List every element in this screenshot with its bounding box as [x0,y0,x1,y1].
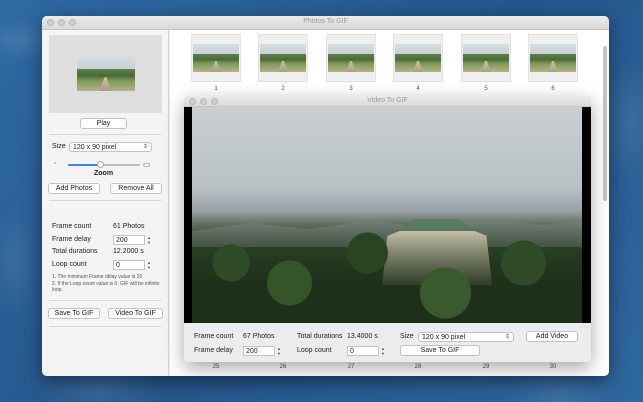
stepper-icon[interactable]: ▲ ▼ [276,346,282,356]
video-titlebar: Video To GIF [184,96,591,107]
thumbnail-image [395,44,441,72]
preview-area [49,35,162,113]
thumbnail-image [260,44,306,72]
divider [49,134,161,135]
image-large-icon: ▭ [143,160,151,169]
video-window: Video To GIF Frame count 67 Photos Total… [184,96,591,362]
total-durations-value: 12.2000 s [113,248,144,255]
zoom-slider-fill [68,164,101,166]
thumbnail-image [530,44,576,72]
divider [49,300,161,301]
zoom-slider[interactable] [68,161,140,168]
divider [49,326,161,327]
loop-count-input[interactable]: 0 [113,260,145,270]
zoom-label: Zoom [94,170,114,177]
video-save-to-gif-button[interactable]: Save To GIF [400,345,480,356]
thumbnail[interactable] [191,34,241,82]
thumbnail-number: 27 [347,364,355,370]
frame-delay-label: Frame delay [52,236,91,243]
video-size-label: Size [400,333,414,340]
stepper-icon[interactable]: ▲ ▼ [146,235,152,245]
note-line-1: 1. The minimum Frame delay value is 20 [52,274,143,280]
frame-count-label: Frame count [52,223,92,230]
thumbnail-number: 25 [212,364,220,370]
video-loop-count-label: Loop count [297,347,332,354]
video-total-durations-label: Total durations [297,333,343,340]
sidebar: Play Size 120 x 90 pixel ⇕ ▫ ▭ Zoom Add … [42,30,169,376]
frame-delay-input[interactable]: 200 [113,235,145,245]
stepper-icon[interactable]: ▲ ▼ [380,346,386,356]
thumbnail-image [463,44,509,72]
chevron-updown-icon: ⇕ [142,144,148,150]
thumbnail-number: 26 [279,364,287,370]
thumbnail-number: 28 [414,364,422,370]
thumbnail-number: 30 [549,364,557,370]
thumbnail-number: 29 [482,364,490,370]
play-button[interactable]: Play [80,118,127,129]
thumbnail-number: 2 [281,86,285,92]
add-photos-button[interactable]: Add Photos [48,183,100,194]
thumbnail-image [193,44,239,72]
video-total-durations-value: 13.4000 s [347,333,378,340]
video-frame-count-label: Frame count [194,333,234,340]
video-window-title: Video To GIF [367,97,408,104]
remove-all-button[interactable]: Remove All [110,183,162,194]
video-frame-delay-input[interactable]: 200 [243,346,275,356]
total-durations-label: Total durations [52,248,98,255]
thumbnail[interactable] [461,34,511,82]
video-to-gif-button[interactable]: Video To GIF [108,308,163,319]
thumbnail[interactable] [258,34,308,82]
video-loop-count-input[interactable]: 0 [347,346,379,356]
add-video-button[interactable]: Add Video [526,331,578,342]
thumbnail[interactable] [393,34,443,82]
thumbnail[interactable] [528,34,578,82]
thumbnail-image [328,44,374,72]
video-player[interactable] [184,107,591,323]
thumbnail-number: 6 [551,86,555,92]
thumbnail[interactable] [326,34,376,82]
zoom-slider-knob[interactable] [97,161,105,168]
video-size-select-value: 120 x 90 pixel [422,334,466,341]
video-frame-count-value: 67 Photos [243,333,275,340]
chevron-updown-icon: ⇕ [504,334,510,340]
divider [49,200,161,201]
stepper-icon[interactable]: ▲ ▼ [146,260,152,270]
thumbnail-number: 3 [349,86,353,92]
palm-trees [192,223,582,323]
preview-image [76,57,135,91]
window-title: Photos To GIF [303,18,348,25]
video-frame-image [192,107,582,323]
video-frame-delay-label: Frame delay [194,347,233,354]
titlebar: Photos To GIF [42,16,609,30]
thumbnail-number: 4 [416,86,420,92]
size-label: Size [52,143,66,150]
video-controls: Frame count 67 Photos Total durations 13… [184,323,591,362]
scrollbar[interactable] [603,46,607,201]
size-select-value: 120 x 90 pixel [73,144,117,151]
size-select[interactable]: 120 x 90 pixel ⇕ [69,142,152,152]
save-to-gif-button[interactable]: Save To GIF [48,308,100,319]
video-size-select[interactable]: 120 x 90 pixel ⇕ [418,332,514,342]
thumbnail-number: 5 [484,86,488,92]
frame-count-value: 61 Photos [113,223,145,230]
loop-count-label: Loop count [52,261,87,268]
thumbnail-number: 1 [214,86,218,92]
image-small-icon: ▫ [54,161,57,167]
note-line-2: 2. If the Loop count value is 0, GIF wil… [52,281,160,293]
